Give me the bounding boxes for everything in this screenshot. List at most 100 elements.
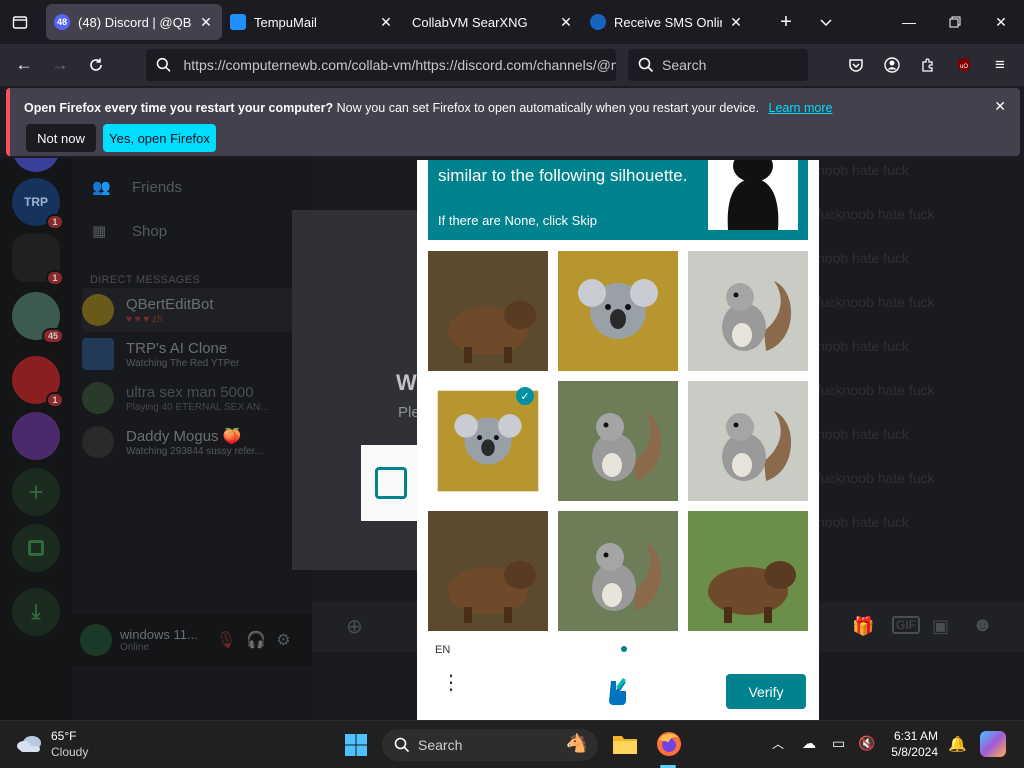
dm-item[interactable]: Daddy Mogus 🍑 Watching 293844 sussy refer… [82,420,304,464]
weather-temperature[interactable]: 65°F [51,729,76,743]
mute-microphone-icon[interactable]: 🎙 [216,630,236,650]
learn-more-link[interactable]: Learn more [769,101,833,115]
server-icon[interactable]: 45 [12,292,64,344]
taskbar-search-label: Search [418,737,463,753]
username: windows 11... [120,627,198,642]
shop-link[interactable]: ▦ Shop [92,222,167,241]
new-tab-button[interactable]: + [772,6,800,38]
challenge-header: similar to the following silhouette. If … [428,160,808,240]
dm-status: Watching The Red YTPer [126,357,240,369]
challenge-image-squirrel[interactable] [558,381,678,501]
close-icon[interactable]: ✕ [994,98,1006,115]
mention-badge: 1 [46,392,64,408]
tab-searxng[interactable]: CollabVM SearXNG ✕ [402,4,582,40]
server-icon[interactable]: 1 [12,356,64,408]
extensions-button[interactable] [910,49,946,81]
system-clock[interactable]: 6:31 AM 5/8/2024 [880,728,938,760]
forward-button[interactable]: → [42,49,78,81]
account-button[interactable] [874,49,910,81]
volume-muted-icon[interactable]: 🔇 [858,735,875,752]
friends-link[interactable]: 👥 Friends [92,178,182,197]
menu-button[interactable]: ≡ [982,49,1018,81]
headphones-icon[interactable]: 🎧 [246,630,266,650]
puzzle-icon [922,58,933,72]
explore-servers-button[interactable] [12,524,60,572]
emoji-icon[interactable]: ☻ [972,614,993,637]
challenge-image-capybara[interactable] [428,511,548,631]
chevron-up-icon[interactable]: ︿ [772,735,784,752]
gear-icon[interactable]: ⚙ [276,630,290,650]
challenge-image-capybara[interactable] [428,251,548,371]
cloud-sync-icon[interactable]: ☁ [802,735,816,752]
dm-item[interactable]: TRP's AI Clone Watching The Red YTPer [82,332,304,376]
close-tab-icon[interactable]: ✕ [558,14,574,31]
file-explorer-icon[interactable] [612,731,638,757]
dm-header: DIRECT MESSAGES [90,274,201,286]
search-highlight-icon: 🐴 [565,733,588,753]
weather-condition[interactable]: Cloudy [51,745,88,759]
notification-bell-icon[interactable]: 🔔 [948,735,967,753]
back-button[interactable]: ← [6,49,42,81]
selected-check-icon: ✓ [516,387,534,405]
challenge-image-squirrel[interactable] [558,511,678,631]
home-button[interactable] [12,158,60,172]
chevron-down-icon [820,19,832,27]
yes-open-firefox-button[interactable]: Yes, open Firefox [103,124,216,152]
dm-item[interactable]: ultra sex man 5000 Playing 40 ETERNAL SEX… [82,376,304,420]
challenge-image-koala[interactable]: ✓ [428,381,548,501]
plus-circle-icon[interactable]: ⊕ [346,614,363,639]
tab-tempumail[interactable]: TempuMail ✕ [222,4,402,40]
close-icon: ✕ [995,13,1007,30]
web-search-bar[interactable]: Search [628,49,808,81]
not-now-button[interactable]: Not now [26,124,96,152]
minimize-button[interactable]: — [886,0,932,44]
close-tab-icon[interactable]: ✕ [378,14,394,31]
verify-button[interactable]: Verify [726,674,806,709]
mention-badge: 1 [46,214,64,230]
menu-dots-icon[interactable]: ⋮ [441,673,461,693]
compass-icon [28,540,44,556]
url-text[interactable]: https://computernewb.com/collab-vm/https… [183,57,616,73]
challenge-image-capybara[interactable] [688,511,808,631]
firefox-icon[interactable] [655,730,683,758]
gift-icon[interactable]: 🎁 [852,616,874,637]
server-icon[interactable] [12,412,60,460]
pocket-button[interactable] [838,49,874,81]
tab-discord[interactable]: 48 (48) Discord | @QBertEditBot ✕ [46,4,222,40]
user-avatar[interactable] [80,624,112,656]
chat-message: noob hate fuck [817,162,909,178]
language-selector[interactable]: EN [435,644,450,656]
windows-start-icon[interactable] [344,733,368,757]
dm-item[interactable]: QBertEditBot ♥ ♥ ♥ zh [82,288,304,332]
url-bar[interactable]: https://computernewb.com/collab-vm/https… [146,49,616,81]
server-icon[interactable]: 1 [12,234,64,286]
captcha-checkbox[interactable] [375,467,407,499]
close-window-button[interactable]: ✕ [978,0,1024,44]
firefox-view-button[interactable] [0,0,40,44]
close-tab-icon[interactable]: ✕ [198,14,214,31]
sticker-icon[interactable]: ▣ [932,616,949,637]
gif-icon[interactable]: GIF [892,616,920,634]
cloud-icon[interactable] [16,733,44,753]
minimize-icon: — [902,14,916,30]
close-tab-icon[interactable]: ✕ [728,14,744,31]
svg-text:uO: uO [960,64,968,70]
server-icon[interactable]: TRP 1 [12,178,64,230]
download-apps-button[interactable]: ⤓ [12,588,60,636]
add-server-button[interactable]: + [12,468,60,516]
avatar [82,294,114,326]
tab-badge: 48 [56,17,67,27]
challenge-image-squirrel[interactable] [688,381,808,501]
taskbar-search[interactable]: Search 🐴 [382,729,598,761]
tab-receive-sms[interactable]: Receive SMS Online - SMS ✕ [582,4,752,40]
copilot-icon[interactable] [980,731,1006,757]
challenge-image-squirrel[interactable] [688,251,808,371]
list-all-tabs-button[interactable] [812,6,840,38]
ublock-button[interactable]: uO [946,49,982,81]
display-icon[interactable]: ▭ [832,735,845,752]
reload-button[interactable] [78,49,114,81]
screen: 48 (48) Discord | @QBertEditBot ✕ TempuM… [0,0,1024,768]
challenge-image-koala[interactable] [558,251,678,371]
account-icon [884,57,900,73]
restore-button[interactable] [932,0,978,44]
